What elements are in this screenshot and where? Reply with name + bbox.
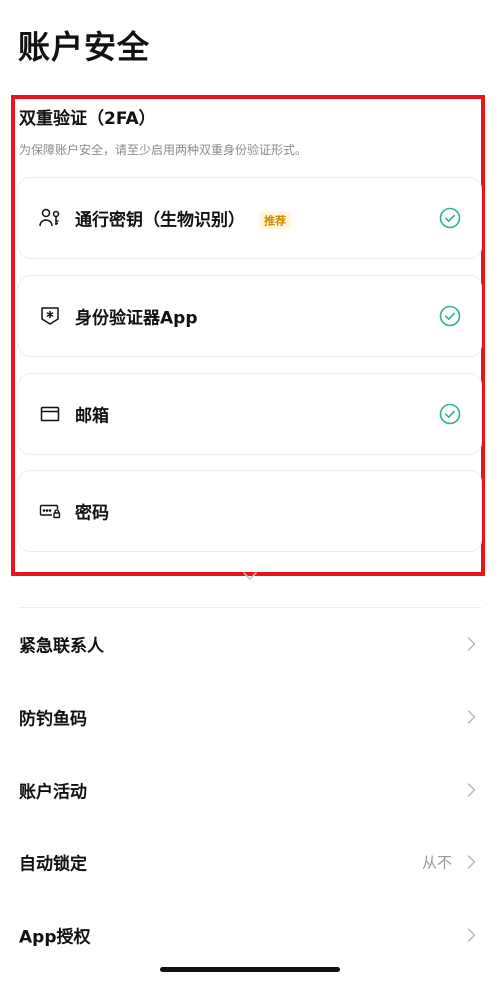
row-label: App授权 — [19, 927, 91, 948]
settings-row-app-authorization[interactable]: App授权 — [0, 915, 500, 955]
check-circle-icon — [439, 207, 461, 229]
method-card-email[interactable]: 邮箱 — [18, 373, 482, 455]
divider — [18, 607, 482, 608]
auto-lock-value: 从不 — [421, 853, 452, 872]
expand-chevron-icon[interactable] — [241, 567, 259, 580]
method-card-password[interactable]: 密码 — [18, 470, 482, 552]
method-label-email: 邮箱 — [75, 406, 109, 427]
row-label: 紧急联系人 — [19, 636, 104, 657]
settings-row-emergency-contact[interactable]: 紧急联系人 — [0, 624, 500, 664]
check-circle-icon — [439, 403, 461, 425]
method-label-passkey: 通行密钥（生物识别） — [75, 210, 245, 231]
passkey-icon — [39, 207, 61, 229]
page-title: 账户安全 — [18, 28, 151, 66]
chevron-right-icon — [467, 928, 476, 943]
settings-row-auto-lock[interactable]: 自动锁定 从不 — [0, 842, 500, 882]
row-label: 防钓鱼码 — [19, 709, 87, 730]
mail-icon — [39, 403, 61, 425]
method-label-password: 密码 — [75, 503, 109, 524]
row-label: 账户活动 — [19, 782, 87, 803]
tfa-section-title: 双重验证（2FA） — [19, 109, 156, 129]
method-label-authenticator: 身份验证器App — [75, 308, 198, 329]
row-label: 自动锁定 — [19, 854, 87, 875]
chevron-right-icon — [467, 637, 476, 652]
chevron-right-icon — [467, 783, 476, 798]
settings-row-anti-phishing[interactable]: 防钓鱼码 — [0, 697, 500, 737]
recommended-badge: 推荐 — [259, 211, 291, 230]
chevron-right-icon — [467, 710, 476, 725]
home-indicator[interactable] — [160, 967, 340, 972]
chevron-right-icon — [467, 855, 476, 870]
method-card-passkey[interactable]: 通行密钥（生物识别） 推荐 — [18, 177, 482, 259]
method-card-authenticator[interactable]: 身份验证器App — [18, 275, 482, 357]
check-circle-icon — [439, 305, 461, 327]
tfa-section-description: 为保障账户安全，请至少启用两种双重身份验证形式。 — [19, 143, 308, 157]
settings-row-account-activity[interactable]: 账户活动 — [0, 770, 500, 810]
password-icon — [39, 500, 61, 522]
authenticator-icon — [39, 305, 61, 327]
